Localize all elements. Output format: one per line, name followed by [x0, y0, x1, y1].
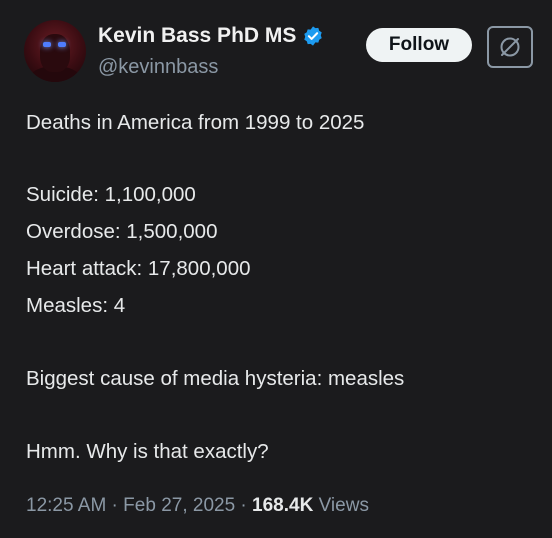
avatar[interactable]	[24, 20, 86, 82]
author-name[interactable]: Kevin Bass PhD MS	[98, 24, 296, 48]
tweet-text-line: Biggest cause of media hysteria: measles	[26, 367, 405, 390]
tweet-text-line: Deaths in America from 1999 to 2025	[26, 111, 365, 134]
tweet-text-line: Heart attack: 17,800,000	[26, 257, 251, 280]
avatar-eye-left	[43, 42, 51, 47]
verified-badge-icon	[304, 26, 323, 46]
tweet-text-line: Overdose: 1,500,000	[26, 220, 218, 243]
tweet-time[interactable]: 12:25 AM	[26, 495, 106, 516]
tweet-card: Kevin Bass PhD MS @kevinnbass Follow Dea…	[0, 0, 552, 538]
meta-separator: ·	[106, 495, 124, 516]
tweet-text-line: Measles: 4	[26, 294, 126, 317]
meta-separator: ·	[235, 495, 253, 516]
views-count[interactable]: 168.4K	[252, 495, 313, 516]
grok-icon	[500, 37, 520, 57]
tweet-text-line: Hmm. Why is that exactly?	[26, 440, 269, 463]
grok-button[interactable]	[487, 26, 533, 68]
tweet-text-line: Suicide: 1,100,000	[26, 183, 196, 206]
views-label: Views	[313, 495, 369, 516]
author-name-row[interactable]: Kevin Bass PhD MS	[98, 24, 324, 48]
author-handle[interactable]: @kevinnbass	[98, 56, 218, 79]
avatar-eye-right	[58, 42, 66, 47]
follow-button[interactable]: Follow	[366, 28, 472, 62]
tweet-date[interactable]: Feb 27, 2025	[123, 495, 235, 516]
tweet-meta: 12:25 AM · Feb 27, 2025 · 168.4K Views	[26, 495, 369, 517]
avatar-face	[40, 34, 70, 72]
